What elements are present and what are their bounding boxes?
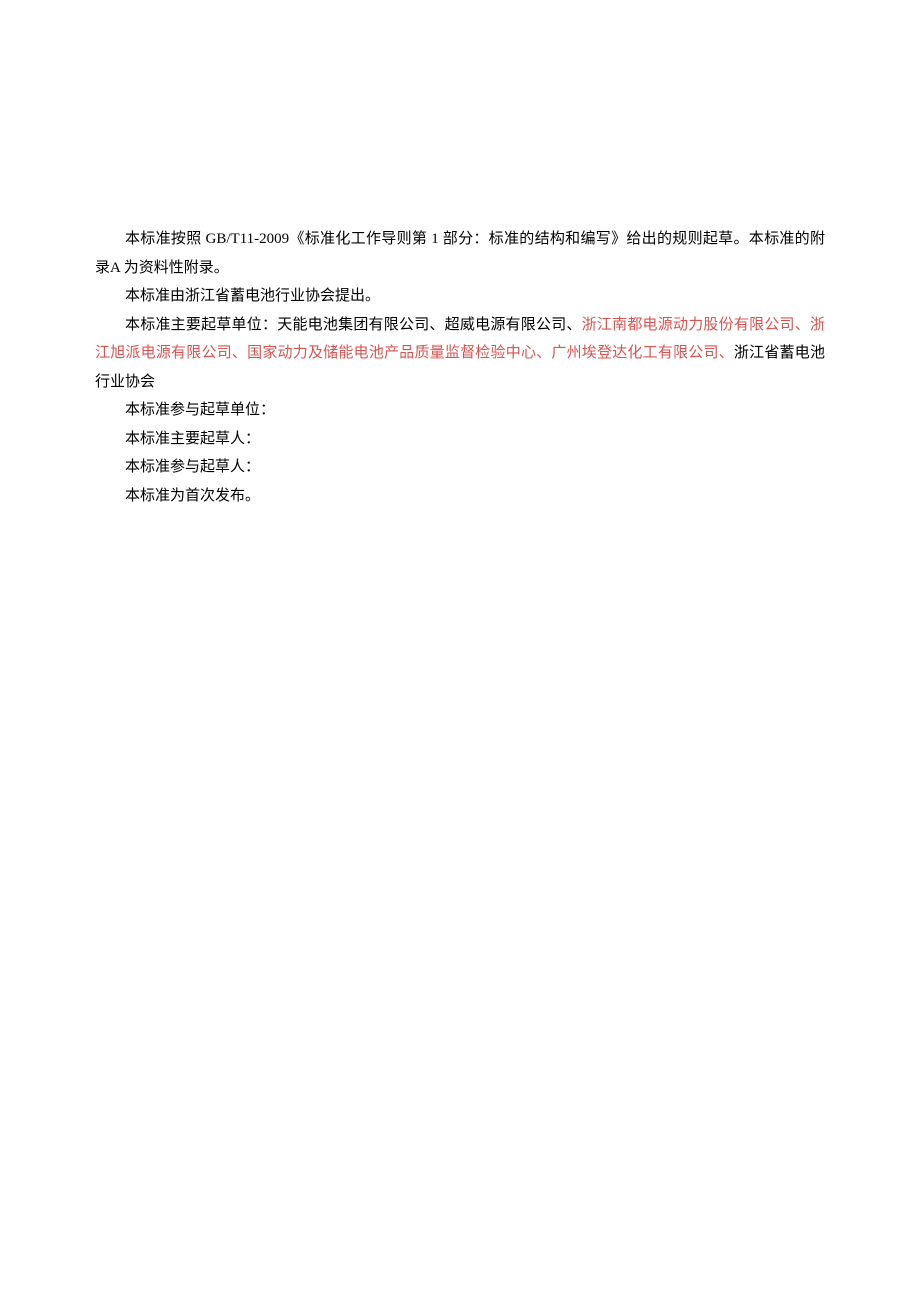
drafting-units-prefix: 本标准主要起草单位：天能电池集团有限公司、超威电源有限公司、	[125, 317, 582, 333]
paragraph-rules: 本标准按照 GB/T11-2009《标准化工作导则第 1 部分：标准的结构和编写…	[95, 225, 825, 282]
paragraph-first-release: 本标准为首次发布。	[95, 482, 825, 511]
paragraph-proposer: 本标准由浙江省蓄电池行业协会提出。	[95, 282, 825, 311]
paragraph-participating-units: 本标准参与起草单位：	[95, 396, 825, 425]
paragraph-main-drafters: 本标准主要起草人：	[95, 425, 825, 454]
document-content: 本标准按照 GB/T11-2009《标准化工作导则第 1 部分：标准的结构和编写…	[95, 225, 825, 510]
paragraph-participating-drafters: 本标准参与起草人：	[95, 453, 825, 482]
paragraph-drafting-units: 本标准主要起草单位：天能电池集团有限公司、超威电源有限公司、浙江南都电源动力股份…	[95, 311, 825, 397]
